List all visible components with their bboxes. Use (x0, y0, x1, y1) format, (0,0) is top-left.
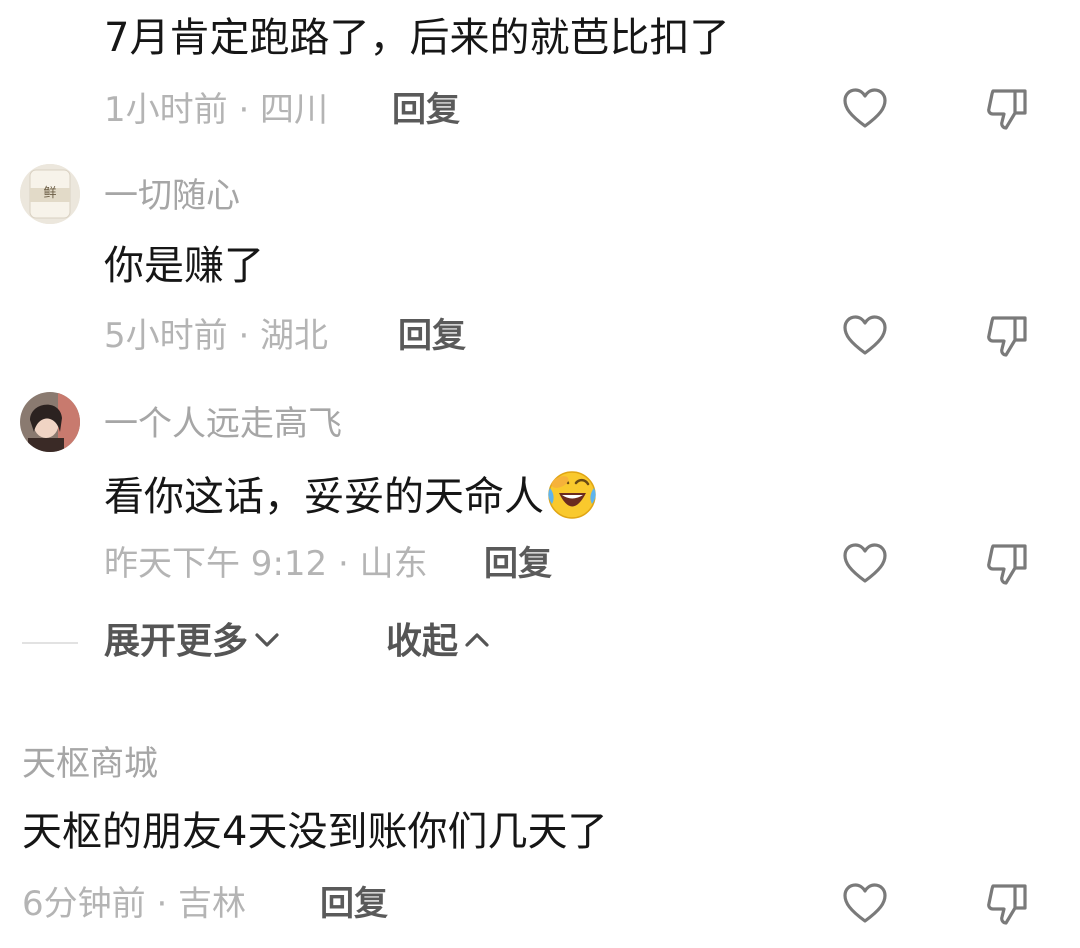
username[interactable]: 一切随心 (104, 176, 240, 216)
thumbs-down-outline-icon (987, 544, 1027, 585)
comment-meta: 5小时前 · 湖北 (104, 316, 329, 356)
avatar[interactable] (20, 392, 80, 452)
expand-more-label: 展开更多 (104, 621, 249, 662)
thread-divider (22, 642, 78, 644)
dislike-button[interactable] (984, 881, 1030, 927)
heart-outline-icon (843, 543, 887, 583)
heart-outline-icon (843, 88, 887, 128)
chevron-down-icon (255, 633, 279, 647)
thumbs-down-outline-icon (987, 89, 1027, 130)
comment-meta: 昨天下午 9:12 · 山东 (104, 544, 428, 584)
heart-outline-icon (843, 883, 887, 923)
comment-meta: 1小时前 · 四川 (104, 90, 329, 130)
thumbs-down-outline-icon (987, 316, 1027, 357)
expand-more-button[interactable]: 展开更多 (104, 620, 280, 664)
avatar-caption: 鲜 (43, 186, 57, 201)
dislike-button[interactable] (984, 86, 1030, 132)
comment-text: 看你这话，妥妥的天命人 (104, 468, 598, 521)
comment-text: 你是赚了 (104, 243, 264, 289)
dislike-button[interactable] (984, 313, 1030, 359)
like-button[interactable] (842, 86, 888, 132)
comment-meta: 6分钟前 · 吉林 (22, 884, 247, 924)
laughing-crying-emoji (546, 468, 598, 520)
avatar[interactable]: 鲜 (20, 164, 80, 224)
reply-button[interactable]: 回复 (484, 544, 552, 584)
like-button[interactable] (842, 881, 888, 927)
thumbs-down-outline-icon (987, 884, 1027, 925)
dislike-button[interactable] (984, 541, 1030, 587)
collapse-button[interactable]: 收起 (386, 620, 490, 664)
comment-text-content: 看你这话，妥妥的天命人 (104, 474, 544, 520)
comment-text: 天枢的朋友4天没到账你们几天了 (22, 809, 608, 855)
reply-button[interactable]: 回复 (398, 316, 466, 356)
like-button[interactable] (842, 541, 888, 587)
reply-button[interactable]: 回复 (320, 884, 388, 924)
username[interactable]: 天枢商城 (22, 744, 158, 784)
chevron-up-icon (465, 633, 489, 647)
reply-button[interactable]: 回复 (392, 90, 460, 130)
like-button[interactable] (842, 313, 888, 359)
heart-outline-icon (843, 315, 887, 355)
username[interactable]: 一个人远走高飞 (104, 404, 342, 444)
comment-text: 7月肯定跑路了，后来的就芭比扣了 (104, 15, 730, 61)
collapse-label: 收起 (386, 621, 459, 662)
avatar-photo-icon (20, 392, 80, 452)
